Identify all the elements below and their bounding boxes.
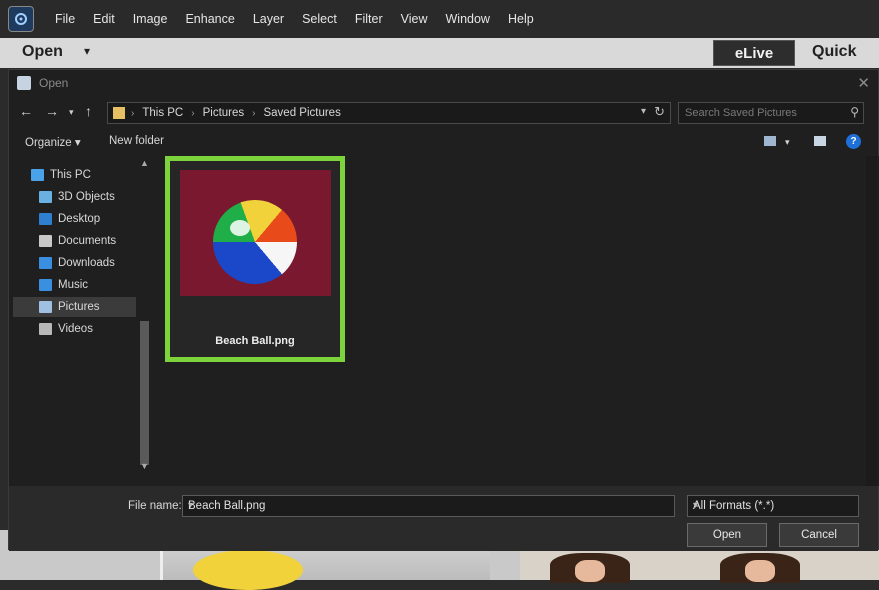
menu-file[interactable]: File	[46, 12, 84, 26]
cube-icon	[39, 191, 52, 203]
menu-edit[interactable]: Edit	[84, 12, 124, 26]
file-name-label: Beach Ball.png	[215, 335, 295, 347]
app-toolbar: Open ▾ eLive Quick	[0, 38, 879, 68]
beach-ball-image	[213, 200, 297, 284]
sidebar-item-downloads[interactable]: Downloads	[39, 253, 136, 273]
search-icon[interactable]: ⚲	[850, 105, 859, 119]
videos-icon	[39, 323, 52, 335]
scroll-down-icon[interactable]: ▼	[140, 461, 149, 471]
file-name-field[interactable]: Beach Ball.png ▾	[182, 495, 675, 517]
sidebar-item-label: 3D Objects	[58, 191, 115, 203]
menu-window[interactable]: Window	[437, 12, 499, 26]
refresh-icon[interactable]: ↻	[654, 104, 665, 120]
quick-mode-button[interactable]: Quick	[812, 43, 856, 61]
cancel-button[interactable]: Cancel	[779, 523, 859, 547]
sidebar-item-label: Downloads	[58, 257, 115, 269]
sidebar-item-label: Videos	[58, 323, 93, 335]
command-bar: Organize ▾ New folder ▾ ?	[9, 130, 878, 154]
sidebar-item-videos[interactable]: Videos	[39, 319, 136, 339]
folder-icon	[113, 107, 125, 119]
search-box[interactable]: ⚲	[678, 102, 864, 124]
scrollbar-thumb[interactable]	[140, 321, 149, 465]
open-dialog: Open ✕ ← → ▾ ↑ › This PC › Pictures › Sa…	[8, 69, 879, 551]
sidebar-item-label: This PC	[50, 169, 91, 181]
breadcrumb-pictures[interactable]: Pictures	[203, 107, 245, 119]
preview-pane-icon[interactable]	[814, 136, 826, 146]
music-icon	[39, 279, 52, 291]
up-arrow-icon[interactable]: ↑	[85, 103, 92, 119]
back-arrow-icon[interactable]: ←	[19, 103, 33, 119]
app-logo-icon[interactable]	[8, 6, 34, 32]
navigation-scrollbar[interactable]: ▲ ▼	[137, 156, 152, 471]
chevron-down-icon[interactable]: ▾	[188, 500, 670, 511]
dialog-footer: File name: Beach Ball.png ▾ All Formats …	[9, 486, 878, 551]
sidebar-item-pictures[interactable]: Pictures	[13, 297, 136, 317]
help-icon[interactable]: ?	[846, 134, 861, 149]
beach-ball-highlight	[230, 220, 250, 236]
search-input[interactable]	[685, 105, 835, 121]
file-tile-beach-ball[interactable]: Beach Ball.png	[165, 156, 345, 362]
file-type-select[interactable]: All Formats (*.*) ▾	[687, 495, 859, 517]
desktop-icon	[39, 213, 52, 225]
scroll-up-icon[interactable]: ▲	[140, 158, 149, 168]
breadcrumb-saved-pictures[interactable]: Saved Pictures	[263, 107, 340, 119]
dialog-titlebar: Open ✕	[9, 70, 878, 96]
menu-filter[interactable]: Filter	[346, 12, 392, 26]
menu-select[interactable]: Select	[293, 12, 346, 26]
chevron-right-icon: ›	[252, 107, 256, 119]
pictures-icon	[39, 301, 52, 313]
chevron-down-icon[interactable]: ▾	[785, 137, 790, 148]
navigation-pane: This PC 3D Objects Desktop Documents Dow…	[9, 156, 154, 486]
file-name-field-label: File name:	[128, 500, 182, 512]
file-list-scrollbar[interactable]	[864, 156, 879, 486]
app-icon	[17, 76, 31, 90]
menu-view[interactable]: View	[392, 12, 437, 26]
app-menubar: File Edit Image Enhance Layer Select Fil…	[0, 0, 879, 38]
background-photo	[160, 548, 490, 590]
menu-layer[interactable]: Layer	[244, 12, 293, 26]
computer-icon	[31, 169, 44, 181]
new-folder-button[interactable]: New folder	[109, 135, 164, 147]
sidebar-item-this-pc[interactable]: This PC	[31, 165, 136, 185]
chevron-down-icon[interactable]: ▾	[641, 106, 646, 117]
chevron-down-icon[interactable]: ▾	[84, 44, 90, 58]
organize-button[interactable]: Organize ▾	[25, 135, 81, 149]
open-menu-button[interactable]: Open	[22, 43, 63, 61]
elive-button[interactable]: eLive	[713, 40, 795, 66]
document-icon	[39, 235, 52, 247]
menu-help[interactable]: Help	[499, 12, 543, 26]
menu-image[interactable]: Image	[124, 12, 177, 26]
recent-locations-chevron-icon[interactable]: ▾	[69, 107, 74, 118]
dialog-title: Open	[39, 76, 69, 90]
file-thumbnail	[180, 170, 331, 296]
close-icon[interactable]: ✕	[857, 74, 870, 92]
sidebar-item-desktop[interactable]: Desktop	[39, 209, 136, 229]
address-bar[interactable]: › This PC › Pictures › Saved Pictures ▾ …	[107, 102, 671, 124]
change-view-icon[interactable]	[764, 136, 776, 146]
sidebar-item-documents[interactable]: Documents	[39, 231, 136, 251]
chevron-right-icon: ›	[191, 107, 195, 119]
file-list-area: Beach Ball.png	[154, 156, 862, 486]
chevron-down-icon[interactable]: ▾	[693, 500, 852, 511]
chevron-right-icon: ›	[131, 107, 135, 119]
sidebar-item-label: Desktop	[58, 213, 101, 225]
navigation-bar: ← → ▾ ↑ › This PC › Pictures › Saved Pic…	[9, 100, 878, 126]
sidebar-item-label: Music	[58, 279, 89, 291]
sidebar-item-music[interactable]: Music	[39, 275, 136, 295]
sidebar-item-label: Documents	[58, 235, 117, 247]
download-icon	[39, 257, 52, 269]
sidebar-item-label: Pictures	[58, 301, 100, 313]
forward-arrow-icon[interactable]: →	[45, 103, 59, 119]
menu-enhance[interactable]: Enhance	[176, 12, 243, 26]
breadcrumb-this-pc[interactable]: This PC	[142, 107, 183, 119]
open-button[interactable]: Open	[687, 523, 767, 547]
background-photo	[520, 548, 879, 583]
sidebar-item-3d-objects[interactable]: 3D Objects	[39, 187, 136, 207]
